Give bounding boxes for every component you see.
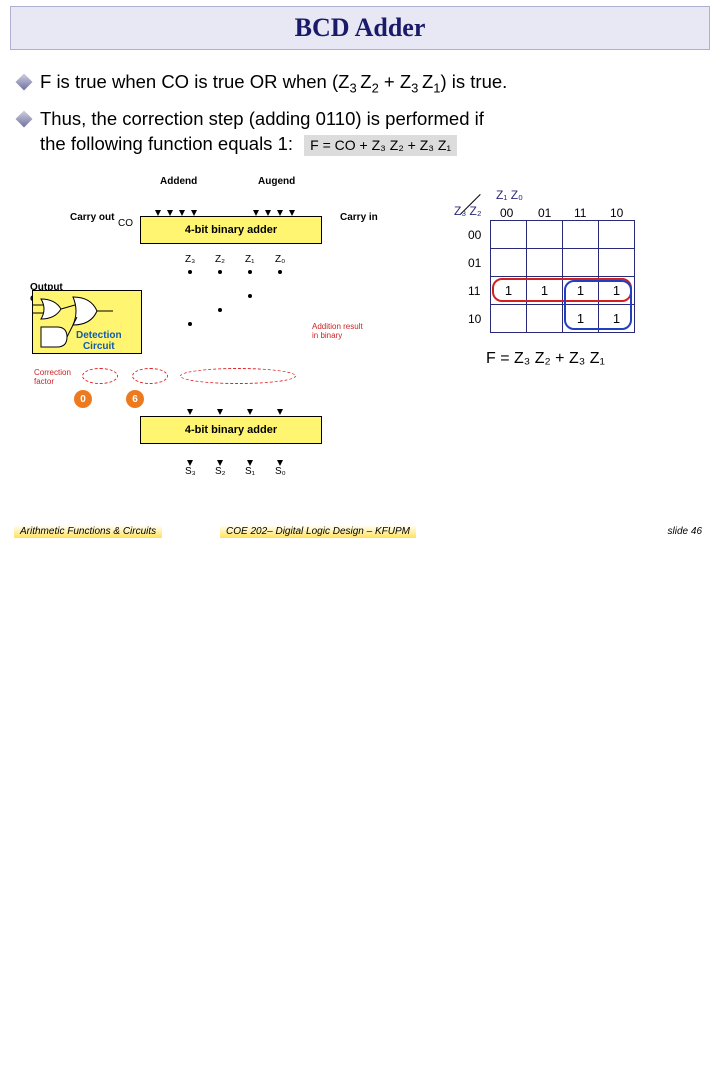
bullet-1-text: F is true when CO is true OR when (Z3 Z2… <box>40 70 507 97</box>
kmap-equation: F = Z₃ Z₂ + Z₃ Z₁ <box>486 350 605 368</box>
footer-slide-number: slide 46 <box>662 525 708 538</box>
label-s1: S₁ <box>245 466 255 477</box>
kmap-diagram: Z₁ Z₀ Z₃ Z₂ 00 01 11 10 00 01 11 10 1 1 … <box>448 192 698 422</box>
label-co: CO <box>118 218 133 229</box>
label-s2: S₂ <box>215 466 226 477</box>
label-correction-factor: Correctionfactor <box>34 368 80 386</box>
label-z0: Z₀ <box>275 254 285 265</box>
kmap-col-11: 11 <box>574 206 586 220</box>
circle-zero: 0 <box>74 390 92 408</box>
bullet-2: Thus, the correction step (adding 0110) … <box>18 107 702 157</box>
kmap-row-11: 11 <box>468 284 480 298</box>
label-augend: Augend <box>258 176 295 187</box>
bullet-diamond-icon <box>16 111 33 128</box>
formula-image: F = CO + Z₃ Z₂ + Z₃ Z₁ <box>304 135 457 156</box>
kmap-row-00: 00 <box>468 228 481 242</box>
bullet-diamond-icon <box>16 74 33 91</box>
slide-title: BCD Adder <box>295 13 426 43</box>
label-z1: Z₁ <box>245 254 254 265</box>
block-top-adder: 4-bit binary adder <box>140 216 322 244</box>
kmap-row-10: 10 <box>468 312 481 326</box>
kmap-col-00: 00 <box>500 206 513 220</box>
slide-content: F is true when CO is true OR when (Z3 Z2… <box>0 50 720 157</box>
bullet-2-text: Thus, the correction step (adding 0110) … <box>40 107 484 157</box>
label-carry-out: Carry out <box>70 212 114 223</box>
label-z2: Z₂ <box>215 254 225 265</box>
block-bottom-adder: 4-bit binary adder <box>140 416 322 444</box>
kmap-col-01: 01 <box>538 206 551 220</box>
kmap-rows-var: Z₃ Z₂ <box>454 204 482 218</box>
label-detection: DetectionCircuit <box>76 330 122 352</box>
label-addend: Addend <box>160 176 197 187</box>
title-bar: BCD Adder <box>10 6 710 50</box>
kmap-row-01: 01 <box>468 256 481 270</box>
bullet-1: F is true when CO is true OR when (Z3 Z2… <box>18 70 702 97</box>
label-addition-result: Addition resultin binary <box>312 322 382 340</box>
bcd-adder-circuit-diagram: Addend Augend Carry out CO 4-bit binary … <box>40 182 420 482</box>
footer-mid: COE 202– Digital Logic Design – KFUPM <box>220 525 416 538</box>
label-z3: Z₃ <box>185 254 195 265</box>
label-carry-in: Carry in <box>340 212 378 223</box>
kmap-cols-var: Z₁ Z₀ <box>496 188 523 202</box>
label-s3: S₃ <box>185 466 196 477</box>
kmap-group-blue <box>564 280 632 330</box>
label-s0: S₀ <box>275 466 286 477</box>
kmap-col-10: 10 <box>610 206 623 220</box>
footer-left: Arithmetic Functions & Circuits <box>14 525 162 538</box>
circle-six: 6 <box>126 390 144 408</box>
